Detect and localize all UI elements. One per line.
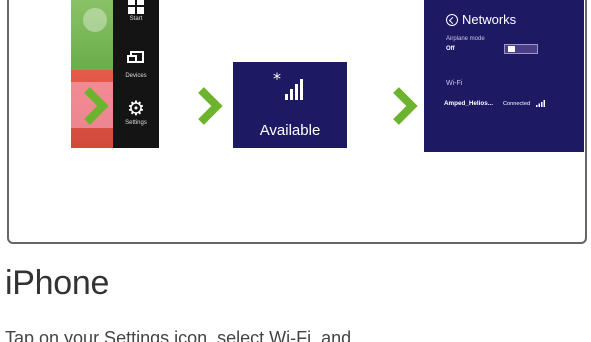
airplane-mode-toggle[interactable]: [504, 44, 538, 54]
devices-icon: [127, 51, 144, 63]
airplane-mode-value: Off: [446, 46, 455, 52]
charm-settings-label: Settings: [125, 120, 147, 126]
network-status: Connected: [503, 100, 531, 107]
gear-icon: ⚙: [127, 98, 145, 120]
network-row[interactable]: Amped_Helios... Connected: [444, 100, 584, 107]
charm-settings[interactable]: ⚙ Settings: [113, 98, 159, 126]
networks-title: Networks: [462, 12, 517, 27]
chevron-right-icon: [390, 86, 418, 126]
charms-screenshot: Start Devices ⚙ Settings: [65, 0, 159, 148]
available-label: Available: [259, 122, 321, 139]
wifi-signal-icon: [536, 100, 546, 107]
chevron-right-icon: [195, 86, 223, 126]
steps-frame: Start Devices ⚙ Settings * Available Net…: [7, 0, 587, 244]
charm-devices[interactable]: Devices: [113, 50, 159, 79]
tile-glyph-icon: [83, 8, 107, 32]
airplane-mode-label: Airplane mode: [446, 36, 485, 42]
network-ssid: Amped_Helios...: [444, 100, 493, 107]
charm-bar: Start Devices ⚙ Settings: [113, 0, 159, 148]
section-heading: iPhone: [5, 264, 110, 302]
charm-devices-label: Devices: [125, 73, 147, 79]
wifi-signal-available-icon: *: [273, 72, 303, 100]
available-tile[interactable]: * Available: [233, 62, 347, 148]
back-arrow-icon[interactable]: [446, 13, 458, 26]
green-tile: [71, 0, 119, 70]
windows-logo-icon: [128, 0, 144, 14]
chevron-right-icon: [81, 86, 109, 126]
charm-start[interactable]: Start: [113, 0, 159, 22]
svg-text:*: *: [273, 72, 281, 88]
wifi-section-label: Wi-Fi: [446, 80, 463, 87]
charm-start-label: Start: [129, 16, 143, 22]
networks-header[interactable]: Networks: [446, 12, 516, 27]
networks-flyout: Networks Airplane mode Off Wi-Fi Amped_H…: [424, 0, 584, 152]
section-body: Tap on your Settings icon, select Wi-Fi,…: [5, 328, 352, 342]
